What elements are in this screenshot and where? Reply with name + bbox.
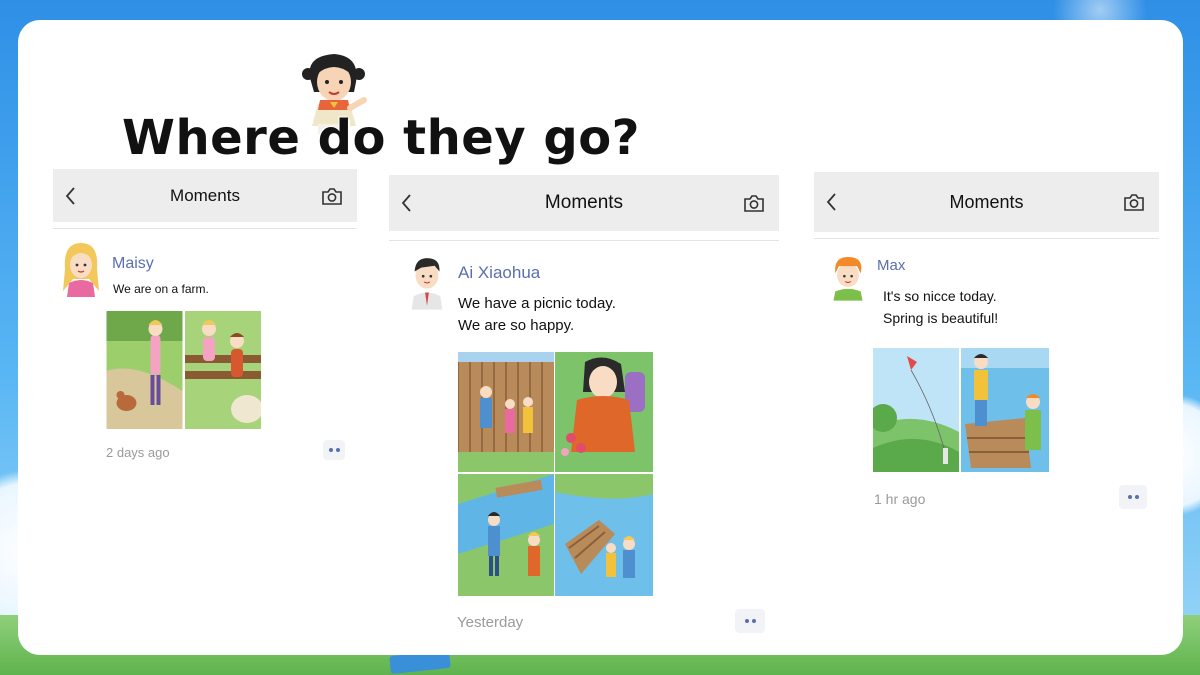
moments-title: Moments: [544, 192, 624, 213]
post-photo[interactable]: [555, 474, 653, 596]
chevron-left-icon[interactable]: [63, 185, 79, 207]
dot: [328, 448, 333, 452]
post-photo[interactable]: [185, 311, 261, 429]
avatar[interactable]: [828, 251, 868, 303]
post-author[interactable]: Ai Xiaohua: [458, 263, 540, 283]
moments-panel-ai-xiaohua: Moments Ai Xiaohua We have a picnic toda…: [389, 175, 779, 645]
post-timestamp: 1 hr ago: [874, 491, 926, 507]
post-photo[interactable]: [873, 348, 959, 472]
camera-icon[interactable]: [1123, 192, 1145, 212]
dot: [744, 619, 749, 623]
post-timestamp: 2 days ago: [106, 445, 170, 460]
post-photo[interactable]: [961, 348, 1049, 472]
moments-panel-max: Moments Max It's so nicce today. Spring …: [814, 172, 1159, 532]
post-author[interactable]: Maisy: [112, 255, 154, 273]
avatar[interactable]: [59, 239, 103, 297]
dot: [335, 448, 340, 452]
more-options-button[interactable]: [1119, 485, 1147, 509]
post-text-line: We have a picnic today.: [458, 295, 616, 312]
camera-icon[interactable]: [743, 193, 765, 213]
page-title: Where do they go?: [122, 110, 641, 166]
moments-header: Moments: [53, 169, 357, 222]
chevron-left-icon[interactable]: [399, 192, 415, 214]
post-author[interactable]: Max: [877, 257, 905, 274]
post-text-line: It's so nicce today.: [883, 288, 997, 304]
moments-header: Moments: [389, 175, 779, 231]
divider: [814, 238, 1159, 239]
post-photo[interactable]: [106, 311, 183, 429]
post-text-line: We are so happy.: [458, 317, 575, 334]
dot: [1134, 495, 1139, 499]
more-options-button[interactable]: [323, 440, 345, 460]
divider: [53, 228, 357, 229]
post-timestamp: Yesterday: [457, 614, 524, 631]
dot: [1127, 495, 1132, 499]
post-photo[interactable]: [555, 352, 653, 472]
post-text-line: Spring is beautiful!: [883, 310, 999, 326]
camera-icon[interactable]: [321, 186, 343, 206]
moments-title: Moments: [170, 185, 240, 205]
more-options-button[interactable]: [735, 609, 765, 633]
moments-panel-maisy: Moments Maisy We are on a farm. 2 days a…: [53, 169, 357, 469]
chevron-left-icon[interactable]: [824, 191, 840, 213]
post-photo[interactable]: [458, 474, 554, 596]
moments-header: Moments: [814, 172, 1159, 232]
post-text-line: We are on a farm.: [113, 282, 209, 296]
dot: [751, 619, 756, 623]
moments-title: Moments: [949, 191, 1024, 212]
divider: [389, 240, 779, 241]
avatar[interactable]: [406, 251, 448, 311]
post-photo[interactable]: [458, 352, 554, 472]
